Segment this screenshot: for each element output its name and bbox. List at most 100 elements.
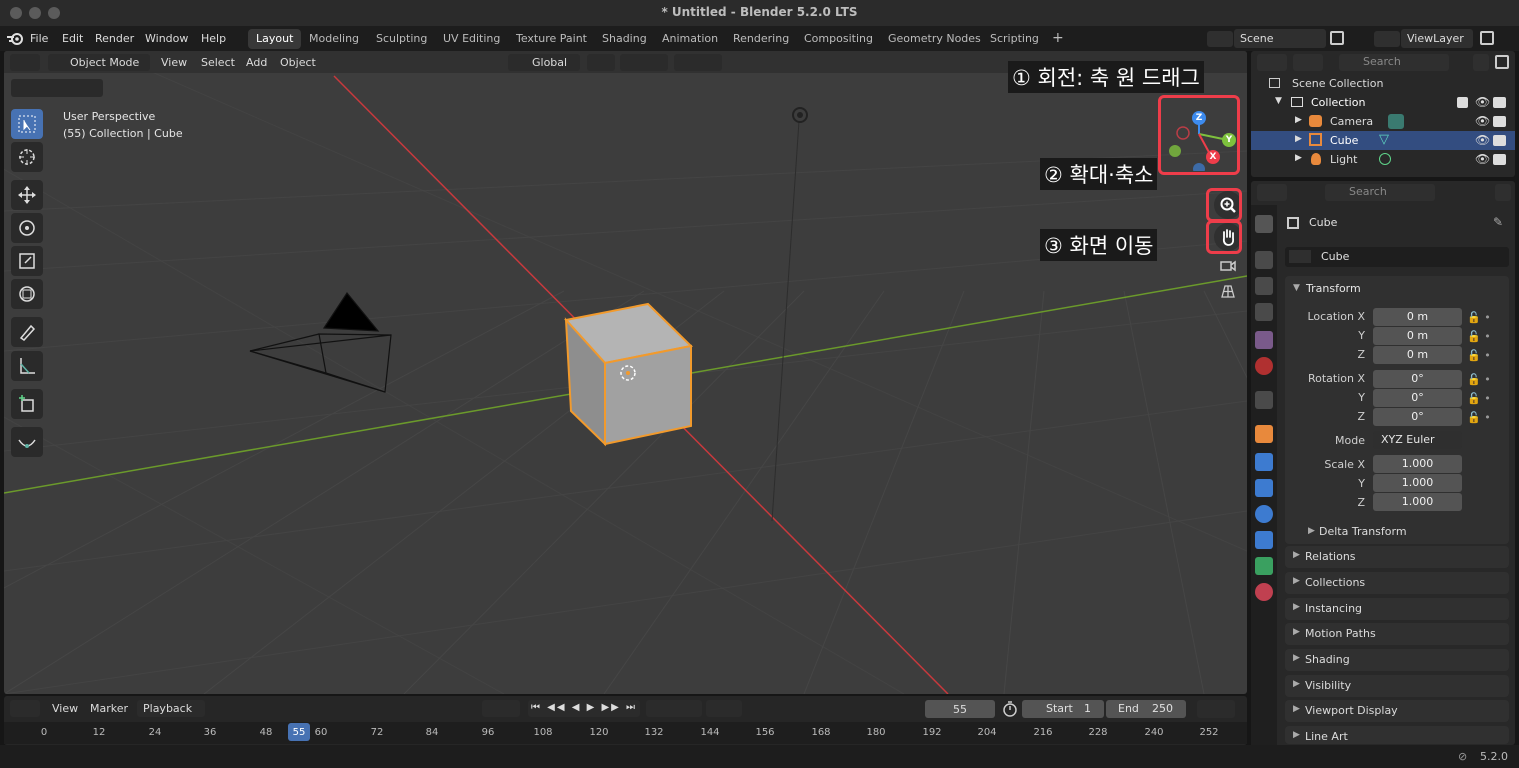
transform-orientation-dropdown[interactable]: Global [508,54,580,71]
visibility-panel[interactable]: ▶ Visibility [1285,675,1509,697]
instancing-panel[interactable]: ▶ Instancing [1285,598,1509,620]
end-frame-field[interactable]: End 250 [1106,700,1186,718]
menu-edit[interactable]: Edit [62,32,83,45]
current-frame-field[interactable]: 55 [925,700,995,718]
annotate-tool[interactable] [11,317,43,347]
select-box-tool[interactable] [11,109,43,139]
transform-tool[interactable] [11,279,43,309]
frame-ruler[interactable] [4,722,1247,744]
rotation-y-field[interactable]: 0° [1373,389,1462,407]
snap-toggle-icon[interactable] [620,54,668,71]
tab-layout[interactable]: Layout [248,29,302,49]
transform-panel-title[interactable]: Transform [1306,282,1361,295]
tab-shading[interactable]: Shading [594,29,655,49]
eye-icon[interactable]: 👁 [1475,133,1490,147]
chevron-down-icon[interactable]: ▼ [1293,283,1300,293]
render-camera-icon[interactable] [1493,97,1506,108]
properties-search-input[interactable]: Search [1325,184,1435,201]
viewport-menu-view[interactable]: View [155,54,193,71]
mode-dropdown[interactable]: Object Mode [48,54,150,71]
output-tab-icon[interactable] [1255,277,1273,295]
playback-controls[interactable]: ⏮ ◀◀ ◀ ▶ ▶▶ ⏭ [528,700,640,717]
tab-modeling[interactable]: Modeling [301,29,367,49]
render-tab-icon[interactable] [1255,251,1273,269]
view-layer-selector-icon[interactable] [1374,31,1400,47]
tab-compositing[interactable]: Compositing [796,29,881,49]
delta-transform-subpanel[interactable]: Delta Transform [1319,525,1407,538]
object-tab-icon[interactable] [1255,425,1273,443]
tab-uv-editing[interactable]: UV Editing [435,29,508,49]
menu-help[interactable]: Help [201,32,226,45]
relations-panel[interactable]: ▶ Relations [1285,546,1509,568]
pin-icon[interactable]: ✎ [1493,215,1503,229]
object-name-field[interactable]: Cube [1285,247,1509,267]
render-camera-icon[interactable] [1493,154,1506,165]
menu-render[interactable]: Render [95,32,134,45]
collection-tab-icon[interactable] [1255,391,1273,409]
world-tab-icon[interactable] [1255,357,1273,375]
particles-tab-icon[interactable] [1255,479,1273,497]
outliner-filter-icon[interactable] [1473,54,1489,71]
chevron-right-icon[interactable]: ▶ [1308,526,1315,536]
properties-options-icon[interactable] [1495,184,1511,201]
scale-x-field[interactable]: 1.000 [1373,455,1462,473]
scene-name-field[interactable]: Scene [1234,29,1326,48]
view-options-icon[interactable] [1197,700,1235,718]
3d-viewport[interactable]: Object Mode View Select Add Object Globa… [4,51,1247,694]
eye-icon[interactable]: 👁 [1475,114,1490,128]
stopwatch-icon[interactable] [1002,701,1018,717]
menu-file[interactable]: File [30,32,48,45]
auto-keying-icon[interactable] [482,700,520,717]
tab-scripting[interactable]: Scripting [982,29,1047,49]
location-z-field[interactable]: 0 m [1373,346,1462,364]
rotation-x-field[interactable]: 0° [1373,370,1462,388]
pivot-point-icon[interactable] [587,54,615,71]
proportional-edit-icon[interactable] [674,54,722,71]
expand-arrow-icon[interactable]: ▶ [1295,153,1302,163]
scale-z-field[interactable]: 1.000 [1373,493,1462,511]
add-cube-tool[interactable] [11,389,43,419]
shading-panel[interactable]: ▶ Shading [1285,649,1509,671]
eye-icon[interactable]: 👁 [1475,95,1490,109]
collections-panel[interactable]: ▶ Collections [1285,572,1509,594]
render-camera-icon[interactable] [1493,116,1506,127]
new-collection-icon[interactable] [1495,55,1509,69]
tab-animation[interactable]: Animation [654,29,726,49]
eye-icon[interactable]: 👁 [1475,152,1490,166]
lock-icon[interactable]: 🔓 • [1467,308,1507,327]
scale-tool[interactable] [11,246,43,276]
timeline-menu-view[interactable]: View [46,700,84,717]
scale-y-field[interactable]: 1.000 [1373,474,1462,492]
outliner-search-input[interactable]: Search [1339,54,1449,71]
render-camera-icon[interactable] [1493,135,1506,146]
scene-selector-icon[interactable] [1207,31,1233,47]
camera-object[interactable] [249,291,392,393]
location-x-field[interactable]: 0 m [1373,308,1462,326]
modifiers-tab-icon[interactable] [1255,453,1273,471]
physics-tab-icon[interactable] [1255,505,1273,523]
keyframe-jump-buttons[interactable] [646,700,702,717]
object-data-browse-icon[interactable] [1289,250,1311,263]
material-tab-icon[interactable] [1255,583,1273,601]
outliner-row-scene-collection[interactable]: Scene Collection [1251,74,1515,93]
rotation-z-field[interactable]: 0° [1373,408,1462,426]
new-scene-icon[interactable] [1330,31,1344,45]
keying-set-icon[interactable] [706,700,742,717]
tab-texture-paint[interactable]: Texture Paint [508,29,595,49]
properties-editor-type-icon[interactable] [1257,184,1287,201]
light-icon[interactable] [792,107,808,123]
line-art-panel[interactable]: ▶ Line Art [1285,726,1509,744]
menu-window[interactable]: Window [145,32,188,45]
rotation-mode-dropdown[interactable]: XYZ Euler [1373,431,1462,449]
lock-icon[interactable]: 🔓 • [1467,327,1507,346]
outliner-editor-type-icon[interactable] [1257,54,1287,71]
timeline-menu-marker[interactable]: Marker [84,700,134,717]
start-frame-field[interactable]: Start 1 [1022,700,1104,718]
outliner-display-mode-icon[interactable] [1293,54,1323,71]
projection-toggle-button[interactable] [1214,277,1242,305]
new-view-layer-icon[interactable] [1480,31,1494,45]
light-data-icon[interactable] [1379,153,1391,165]
viewport-menu-add[interactable]: Add [240,54,273,71]
outliner-row-camera[interactable]: ▶ Camera 👁 [1251,112,1515,131]
motion-paths-panel[interactable]: ▶ Motion Paths [1285,623,1509,645]
